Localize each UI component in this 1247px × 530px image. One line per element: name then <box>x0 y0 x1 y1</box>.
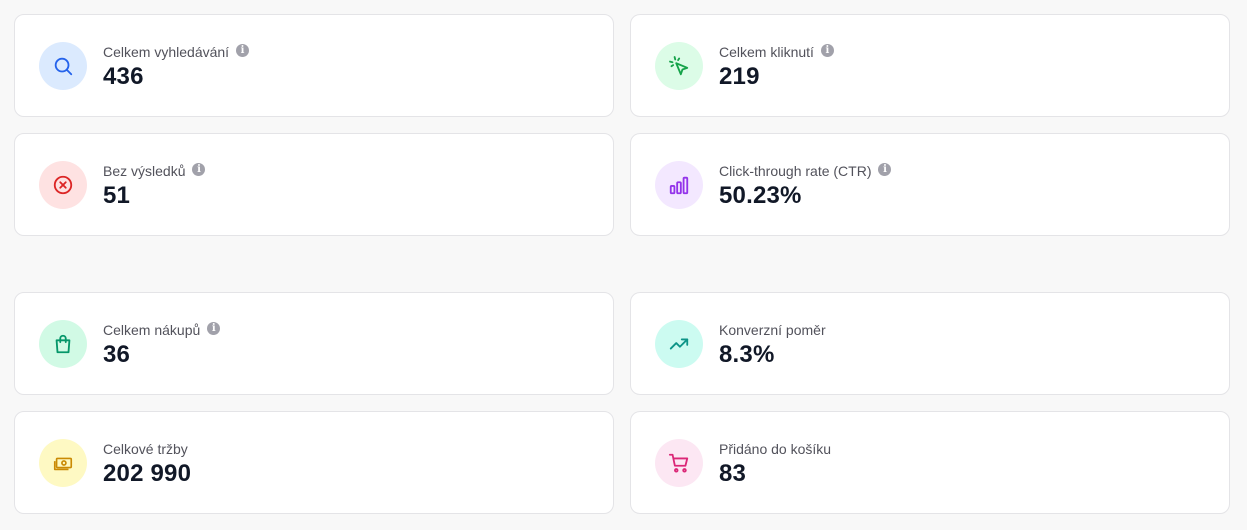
click-cursor-icon <box>655 42 703 90</box>
stat-card-ctr: Click-through rate (CTR) i 50.23% <box>630 133 1230 236</box>
info-icon[interactable]: i <box>207 321 221 335</box>
stat-card-total-revenue: Celkové tržby 202 990 <box>14 411 614 514</box>
stat-card-total-clicks: Celkem kliknutí i 219 <box>630 14 1230 117</box>
stat-label: Celkem kliknutí <box>719 44 814 60</box>
stat-value: 436 <box>103 63 144 90</box>
stat-value: 51 <box>103 182 131 209</box>
stat-card-added-to-cart: Přidáno do košíku 83 <box>630 411 1230 514</box>
stat-card-conversion-rate: Konverzní poměr 8.3% <box>630 292 1230 395</box>
stat-card-total-purchases: Celkem nákupů i 36 <box>14 292 614 395</box>
stat-card-no-results: Bez výsledků i 51 <box>14 133 614 236</box>
stat-label: Celkem nákupů <box>103 322 201 338</box>
shopping-cart-icon <box>655 439 703 487</box>
x-circle-icon <box>39 161 87 209</box>
stat-value: 202 990 <box>103 460 192 487</box>
info-icon[interactable]: i <box>236 43 250 57</box>
bar-chart-icon <box>655 161 703 209</box>
stat-label: Celkové tržby <box>103 441 188 457</box>
stat-value: 219 <box>719 63 760 90</box>
stat-value: 36 <box>103 341 131 368</box>
info-icon[interactable]: i <box>192 162 206 176</box>
shopping-bag-icon <box>39 320 87 368</box>
stat-label: Přidáno do košíku <box>719 441 832 457</box>
stat-value: 83 <box>719 460 747 487</box>
stat-label: Click-through rate (CTR) <box>719 163 872 179</box>
stat-card-total-searches: Celkem vyhledávání i 436 <box>14 14 614 117</box>
stat-label: Bez výsledků <box>103 163 186 179</box>
search-icon <box>39 42 87 90</box>
info-icon[interactable]: i <box>878 162 892 176</box>
info-icon[interactable]: i <box>820 43 834 57</box>
stat-label: Konverzní poměr <box>719 322 826 338</box>
stat-value: 8.3% <box>719 341 775 368</box>
trending-up-icon <box>655 320 703 368</box>
banknote-icon <box>39 439 87 487</box>
stat-value: 50.23% <box>719 182 802 209</box>
stat-label: Celkem vyhledávání <box>103 44 230 60</box>
